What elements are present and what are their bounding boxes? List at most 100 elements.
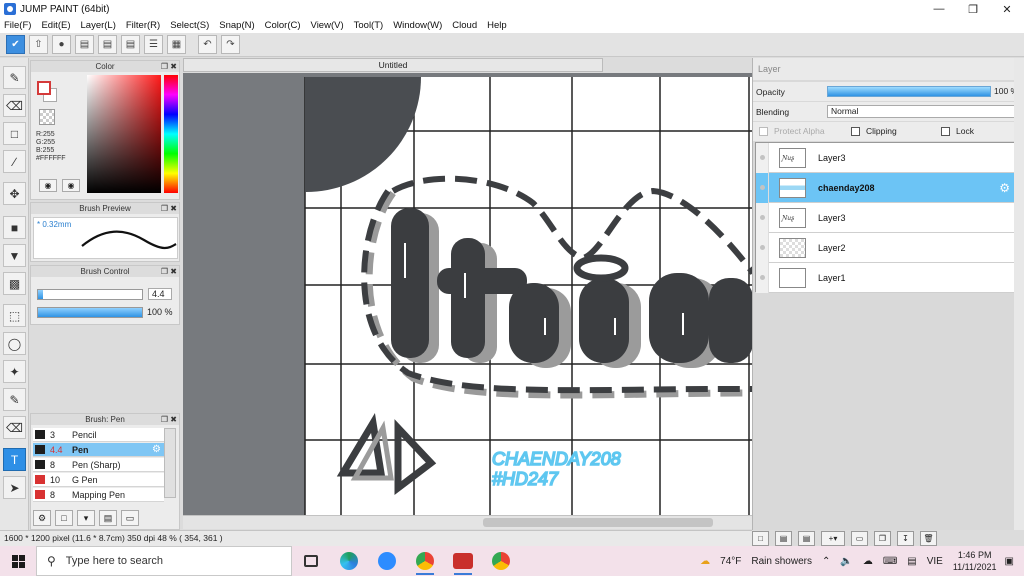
volume-icon[interactable]: 🔈	[840, 556, 852, 567]
menu-layer[interactable]: Layer(L)	[81, 20, 116, 31]
color-set-icon[interactable]: ◉	[62, 179, 80, 192]
document-icon[interactable]: ▤	[98, 35, 117, 54]
visibility-icon[interactable]	[756, 172, 769, 203]
keyboard-icon[interactable]: ⌨	[883, 556, 897, 567]
delete-layer-icon[interactable]: 🗑	[920, 531, 937, 546]
page-icon[interactable]: ▤	[121, 35, 140, 54]
undo-icon[interactable]: ↶	[198, 35, 217, 54]
scrollbar-thumb[interactable]	[483, 518, 713, 527]
layer-item[interactable]: Ɲuʂ Layer3	[756, 202, 1014, 233]
menu-file[interactable]: File(F)	[4, 20, 31, 31]
menu-color[interactable]: Color(C)	[265, 20, 301, 31]
weather-temp[interactable]: 74°F	[720, 556, 741, 567]
lock-checkbox[interactable]: Lock	[941, 126, 974, 136]
duplicate-layer-icon[interactable]: ❐	[874, 531, 891, 546]
brush-opacity-slider[interactable]	[37, 307, 143, 318]
gear-icon[interactable]: ⚙	[152, 444, 161, 455]
taskbar-search[interactable]: ⚲ Type here to search	[36, 546, 292, 576]
chrome-browser-icon[interactable]	[406, 546, 444, 576]
bucket-tool-icon[interactable]: ▼	[3, 244, 26, 267]
new-brush-icon[interactable]: □	[55, 510, 73, 526]
weather-icon[interactable]: ☁	[700, 556, 710, 567]
notification-icon[interactable]: ▣	[1005, 556, 1014, 567]
blending-select[interactable]: Normal	[827, 105, 1023, 118]
visibility-icon[interactable]	[756, 262, 769, 293]
clock[interactable]: 1:46 PM 11/11/2021	[953, 549, 997, 573]
select-pen-icon[interactable]: ✎	[3, 388, 26, 411]
edge-browser-icon[interactable]	[330, 546, 368, 576]
foreground-color-swatch[interactable]	[37, 81, 51, 95]
canvas-tab[interactable]: Untitled	[183, 58, 603, 72]
network-icon[interactable]: ▤	[907, 556, 916, 567]
protect-alpha-checkbox[interactable]: Protect Alpha	[759, 126, 825, 136]
maximize-button[interactable]: ❐	[956, 0, 990, 18]
menu-tool[interactable]: Tool(T)	[354, 20, 384, 31]
cloud-sync-icon[interactable]: ✔	[6, 35, 25, 54]
select-eraser-icon[interactable]: ⌫	[3, 416, 26, 439]
visibility-icon[interactable]	[756, 202, 769, 233]
brush-size-field[interactable]: 4.4	[148, 288, 172, 300]
text-tool-icon[interactable]: T	[3, 448, 26, 471]
gradient-tool-icon[interactable]: ▩	[3, 272, 26, 295]
menu-select[interactable]: Select(S)	[170, 20, 209, 31]
layer-item[interactable]: Layer2	[756, 232, 1014, 263]
move-tool-icon[interactable]: ✥	[3, 182, 26, 205]
layer-item[interactable]: Ɲuʂ Layer3	[756, 142, 1014, 173]
layer-opacity-slider[interactable]	[827, 86, 991, 97]
layer-folder-icon[interactable]: ▭	[851, 531, 868, 546]
minimize-button[interactable]: —	[922, 0, 956, 18]
start-button[interactable]	[0, 546, 36, 576]
brush-settings-icon[interactable]: ⚙	[33, 510, 51, 526]
layer-panel-scrollbar[interactable]	[1014, 58, 1024, 530]
transparent-color-swatch[interactable]	[39, 109, 55, 125]
brush-item-selected[interactable]: 4.4 Pen ⚙	[33, 443, 164, 457]
brush-list-scrollbar[interactable]	[164, 428, 176, 498]
magic-wand-icon[interactable]: ✦	[3, 360, 26, 383]
artwork-canvas[interactable]: CHAENDAY208 #HD247	[183, 73, 753, 515]
zoom-app-icon[interactable]	[368, 546, 406, 576]
panel-float-close-icon[interactable]: ❐ ✖	[161, 266, 177, 277]
menu-filter[interactable]: Filter(R)	[126, 20, 160, 31]
list-icon[interactable]: ☰	[144, 35, 163, 54]
select-rect-icon[interactable]: ⬚	[3, 304, 26, 327]
brush-tool-icon[interactable]: ✎	[3, 66, 26, 89]
brush-item[interactable]: 10 G Pen	[33, 473, 164, 487]
new-layer-icon[interactable]: □	[752, 531, 769, 546]
menu-help[interactable]: Help	[487, 20, 507, 31]
merge-layer-icon[interactable]: ↧	[897, 531, 914, 546]
chevron-up-icon[interactable]: ⌃	[822, 556, 830, 567]
comment-icon[interactable]: ●	[52, 35, 71, 54]
copy-layer-icon[interactable]: ▤	[798, 531, 815, 546]
task-view-icon[interactable]	[292, 546, 330, 576]
hue-slider[interactable]	[164, 75, 178, 193]
new-raster-layer-icon[interactable]: ▤	[775, 531, 792, 546]
canvas-area[interactable]: CHAENDAY208 #HD247	[183, 73, 753, 515]
menu-snap[interactable]: Snap(N)	[219, 20, 254, 31]
panel-float-close-icon[interactable]: ❐ ✖	[161, 203, 177, 214]
cloud-icon[interactable]: ☁	[863, 556, 873, 567]
canvas-horizontal-scrollbar[interactable]	[183, 515, 753, 529]
gear-icon[interactable]: ⚙	[999, 181, 1010, 195]
language-indicator[interactable]: VIE	[927, 556, 943, 567]
menu-edit[interactable]: Edit(E)	[41, 20, 70, 31]
layer-item-selected[interactable]: chaenday208 ⚙	[756, 172, 1014, 203]
eraser-tool-icon[interactable]: ⌫	[3, 94, 26, 117]
redo-icon[interactable]: ↷	[221, 35, 240, 54]
menu-cloud[interactable]: Cloud	[452, 20, 477, 31]
folder-icon[interactable]: ▭	[121, 510, 139, 526]
panel-float-close-icon[interactable]: ❐ ✖	[161, 414, 177, 425]
fill-rect-tool-icon[interactable]: ■	[3, 216, 26, 239]
eyedropper-tool-icon[interactable]: ➤	[3, 476, 26, 499]
brush-menu-icon[interactable]: ▾	[77, 510, 95, 526]
line-tool-icon[interactable]: ∕	[3, 150, 26, 173]
clipping-checkbox[interactable]: Clipping	[851, 126, 897, 136]
share-icon[interactable]: ⇧	[29, 35, 48, 54]
color-mode-icon[interactable]: ◉	[39, 179, 57, 192]
copy-brush-icon[interactable]: ▤	[99, 510, 117, 526]
lasso-tool-icon[interactable]: ◯	[3, 332, 26, 355]
menu-view[interactable]: View(V)	[311, 20, 344, 31]
visibility-icon[interactable]	[756, 232, 769, 263]
settings-list-icon[interactable]: ▦	[167, 35, 186, 54]
brush-size-slider[interactable]	[37, 289, 143, 300]
saturation-value-picker[interactable]	[87, 75, 161, 193]
